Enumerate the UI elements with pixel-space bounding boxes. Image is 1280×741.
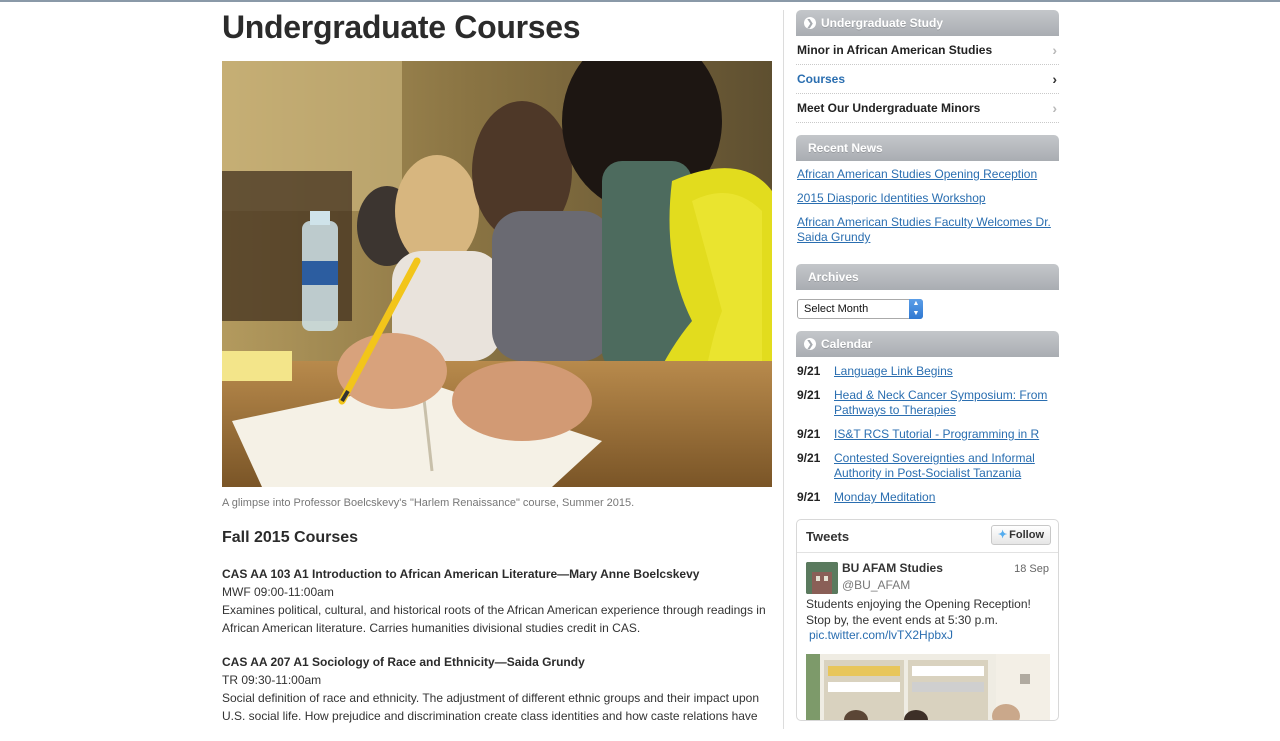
updown-arrows-icon: ▲ ▼	[909, 299, 923, 319]
chevron-right-icon: ›	[1052, 42, 1057, 58]
calendar-event: 9/21 Monday Meditation	[797, 490, 1059, 505]
header-label: Archives	[808, 270, 859, 284]
calendar-event: 9/21 Head & Neck Cancer Symposium: From …	[797, 388, 1059, 418]
course-time: MWF 09:00-11:00am	[222, 585, 334, 599]
tweet-author[interactable]: BU AFAM Studies	[842, 561, 943, 575]
course-title: CAS AA 103 A1 Introduction to African Am…	[222, 567, 700, 581]
tweets-title: Tweets	[806, 529, 850, 544]
header-label: Recent News	[808, 141, 883, 155]
event-link[interactable]: Monday Meditation	[834, 490, 935, 505]
course-list: CAS AA 103 A1 Introduction to African Am…	[222, 565, 772, 741]
chevron-right-icon: ›	[1052, 71, 1057, 87]
undergraduate-study-header: ❯ Undergraduate Study	[796, 10, 1059, 36]
event-date: 9/21	[797, 364, 821, 378]
news-link[interactable]: 2015 Diasporic Identities Workshop	[797, 191, 1059, 206]
chevron-right-icon: ›	[1052, 100, 1057, 116]
sidebar-item-label: Courses	[797, 72, 846, 86]
tweet-photo-image	[806, 654, 1050, 720]
tweet-text: Students enjoying the Opening Reception!…	[806, 597, 1031, 627]
tweet-photo-link[interactable]: pic.twitter.com/lvTX2HpbxJ	[809, 628, 953, 642]
page-title: Undergraduate Courses	[222, 9, 581, 45]
tweet-handle[interactable]: @BU_AFAM	[842, 578, 910, 592]
event-link[interactable]: IS&T RCS Tutorial - Programming in R	[834, 427, 1039, 442]
tweet-date[interactable]: 18 Sep	[1014, 563, 1049, 575]
course-description: Examines political, cultural, and histor…	[222, 603, 766, 635]
recent-news-header: Recent News	[796, 135, 1059, 161]
event-date: 9/21	[797, 490, 821, 504]
photo-caption: A glimpse into Professor Boelcskevy's "H…	[222, 497, 635, 509]
twitter-widget: Tweets ✦ Follow BU AFAM Studies @BU_AFAM …	[796, 519, 1059, 721]
section-title: Fall 2015 Courses	[222, 529, 359, 546]
sidebar-item-minors[interactable]: Meet Our Undergraduate Minors ›	[796, 94, 1059, 123]
course-item: CAS AA 207 A1 Sociology of Race and Ethn…	[222, 653, 772, 725]
course-item: CAS AA 103 A1 Introduction to African Am…	[222, 565, 772, 637]
archives-header: Archives	[796, 264, 1059, 290]
event-date: 9/21	[797, 388, 821, 402]
event-link[interactable]: Head & Neck Cancer Symposium: From Pathw…	[834, 388, 1059, 418]
calendar-header: ❯ Calendar	[796, 331, 1059, 357]
sidebar-item-label: Meet Our Undergraduate Minors	[797, 101, 981, 115]
twitter-bird-icon: ✦	[997, 529, 1008, 541]
course-title: CAS AA 207 A1 Sociology of Race and Ethn…	[222, 655, 585, 669]
avatar[interactable]	[806, 562, 838, 594]
news-link[interactable]: African American Studies Faculty Welcome…	[797, 215, 1059, 245]
tweet: BU AFAM Studies @BU_AFAM 18 Sep Students…	[797, 553, 1058, 720]
archives-month-select[interactable]: Select Month ▲ ▼	[797, 299, 923, 319]
sidebar-item-courses[interactable]: Courses ›	[796, 65, 1059, 94]
circle-chevron-icon: ❯	[804, 17, 816, 29]
select-value: Select Month	[804, 303, 869, 315]
column-divider	[783, 10, 784, 729]
hero-photo	[222, 61, 772, 487]
event-link[interactable]: Contested Sovereignties and Informal Aut…	[834, 451, 1059, 481]
course-time: TR 09:30-11:00am	[222, 673, 322, 687]
sidebar-nav: Minor in African American Studies › Cour…	[796, 36, 1059, 123]
sidebar-item-label: Minor in African American Studies	[797, 43, 993, 57]
sidebar-item-minor[interactable]: Minor in African American Studies ›	[796, 36, 1059, 65]
circle-chevron-icon: ❯	[804, 338, 816, 350]
tweet-photo[interactable]	[806, 654, 1050, 720]
event-link[interactable]: Language Link Begins	[834, 364, 953, 379]
calendar-event: 9/21 Language Link Begins	[797, 364, 1059, 379]
twitter-widget-header: Tweets ✦ Follow	[797, 520, 1058, 553]
news-list: African American Studies Opening Recepti…	[796, 161, 1059, 264]
follow-label: Follow	[1009, 529, 1044, 541]
event-date: 9/21	[797, 451, 821, 465]
avatar-image	[806, 562, 838, 594]
course-description: Social definition of race and ethnicity.…	[222, 691, 759, 723]
main-content: Undergraduate Courses A glimpse into Pro…	[222, 9, 772, 723]
classroom-photo	[222, 61, 772, 487]
news-link[interactable]: African American Studies Opening Recepti…	[797, 167, 1059, 182]
top-border	[0, 0, 1280, 2]
calendar-list: 9/21 Language Link Begins 9/21 Head & Ne…	[796, 357, 1059, 505]
sidebar: ❯ Undergraduate Study Minor in African A…	[796, 10, 1059, 721]
event-date: 9/21	[797, 427, 821, 441]
follow-button[interactable]: ✦ Follow	[990, 525, 1051, 545]
header-label: Calendar	[821, 337, 873, 351]
header-label: Undergraduate Study	[821, 16, 944, 30]
calendar-event: 9/21 IS&T RCS Tutorial - Programming in …	[797, 427, 1059, 442]
calendar-event: 9/21 Contested Sovereignties and Informa…	[797, 451, 1059, 481]
